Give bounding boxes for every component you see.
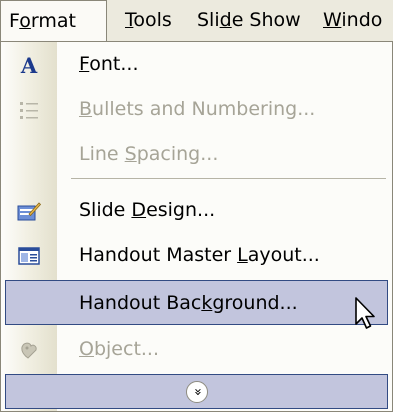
menu-item-object[interactable]: Object... [1,327,392,372]
menu-format-label: Format [9,10,76,32]
menu-bar: Format Tools Slide Show Windo [0,0,393,42]
menu-slide-show[interactable]: Slide Show [197,0,301,42]
menu-item-bullets-and-numbering[interactable]: Bullets and Numbering... [1,87,392,132]
menu-item-handout-master-layout-label: Handout Master Layout... [79,244,320,266]
master-layout-icon [17,244,41,268]
menu-item-font-label: Font... [79,53,139,75]
menu-window-label: Windo [323,9,383,31]
svg-text:A: A [20,54,38,76]
font-A-icon: A [17,53,41,77]
menu-slide-show-label: Slide Show [197,9,301,31]
menu-item-line-spacing-label: Line Spacing... [79,143,219,165]
menu-item-line-spacing[interactable]: Line Spacing... [1,132,392,177]
menu-window[interactable]: Windo [323,0,382,42]
menu-item-handout-background[interactable]: Handout Background... [5,280,388,325]
menu-format[interactable]: Format [0,0,107,42]
format-dropdown-menu: A Font... Bullets and Numbering... Line … [0,41,393,412]
menu-tools-label: Tools [125,9,172,31]
chevron-double-down-icon: » [186,381,208,403]
menu-item-object-label: Object... [79,338,160,360]
menu-item-font[interactable]: A Font... [1,42,392,87]
menu-separator [71,178,386,179]
menu-item-handout-master-layout[interactable]: Handout Master Layout... [1,233,392,278]
slide-design-icon [17,199,41,223]
mouse-pointer-icon [355,297,375,329]
menu-item-slide-design-label: Slide Design... [79,199,216,221]
menu-expand-button[interactable]: » [5,374,388,409]
menu-item-handout-background-label: Handout Background... [79,292,298,314]
object-icon [17,338,41,362]
menu-item-slide-design[interactable]: Slide Design... [1,188,392,233]
menu-item-bullets-label: Bullets and Numbering... [79,98,316,120]
menu-tools[interactable]: Tools [125,0,172,42]
bullets-icon [17,98,41,122]
